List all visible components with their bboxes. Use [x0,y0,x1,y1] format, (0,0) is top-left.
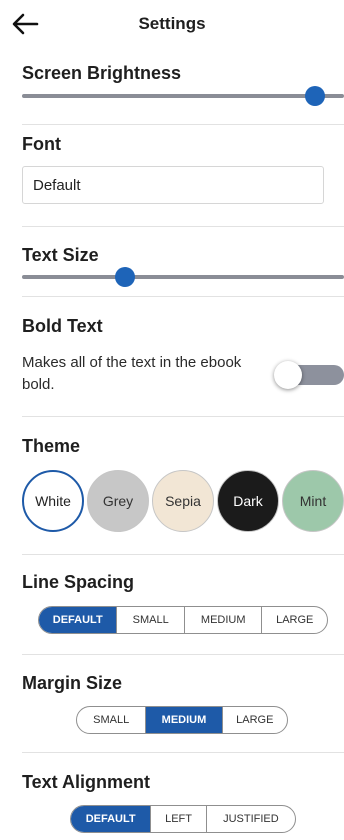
theme-mint[interactable]: Mint [282,470,344,532]
divider [22,124,344,125]
line-spacing-medium[interactable]: MEDIUM [183,607,261,633]
text-alignment-default[interactable]: DEFAULT [71,806,151,832]
font-heading: Font [22,134,61,154]
margin-size-large[interactable]: LARGE [221,707,287,733]
line-spacing-heading: Line Spacing [22,572,135,592]
line-spacing-segmented: DEFAULT SMALL MEDIUM LARGE [38,606,328,634]
theme-white[interactable]: White [22,470,84,532]
margin-size-small[interactable]: SMALL [77,707,145,733]
divider [22,554,344,555]
divider [22,752,344,753]
bold-text-toggle[interactable] [274,361,344,389]
text-alignment-justified[interactable]: JUSTIFIED [205,806,295,832]
theme-heading: Theme [22,436,81,456]
divider [22,296,344,297]
theme-sepia[interactable]: Sepia [152,470,214,532]
margin-size-medium[interactable]: MEDIUM [145,707,222,733]
text-size-slider-track [22,275,344,279]
line-spacing-default[interactable]: DEFAULT [39,607,117,633]
theme-grey[interactable]: Grey [87,470,149,532]
text-alignment-heading: Text Alignment [22,772,151,792]
brightness-slider-thumb[interactable] [305,86,326,106]
margin-size-heading: Margin Size [22,673,123,693]
divider [22,226,344,227]
theme-options: White Grey Sepia Dark Mint [22,470,344,534]
divider [22,416,344,417]
text-size-slider-thumb[interactable] [115,267,136,287]
bold-text-heading: Bold Text [22,316,103,336]
brightness-slider[interactable] [22,84,344,108]
theme-dark[interactable]: Dark [217,470,279,532]
bold-text-description: Makes all of the text in the ebook bold. [22,354,242,393]
toggle-knob[interactable] [274,361,302,389]
brightness-slider-track [22,94,344,98]
line-spacing-small[interactable]: SMALL [116,607,184,633]
page-title: Settings [138,14,206,33]
text-alignment-left[interactable]: LEFT [150,806,206,832]
margin-size-segmented: SMALL MEDIUM LARGE [76,706,288,734]
text-size-slider[interactable] [22,265,344,289]
divider [22,654,344,655]
font-select[interactable]: Default [22,166,324,204]
line-spacing-large[interactable]: LARGE [261,607,327,633]
header-bar: Settings [0,0,344,48]
text-size-heading: Text Size [22,245,99,265]
text-alignment-segmented: DEFAULT LEFT JUSTIFIED [70,805,296,833]
brightness-heading: Screen Brightness [22,63,182,83]
